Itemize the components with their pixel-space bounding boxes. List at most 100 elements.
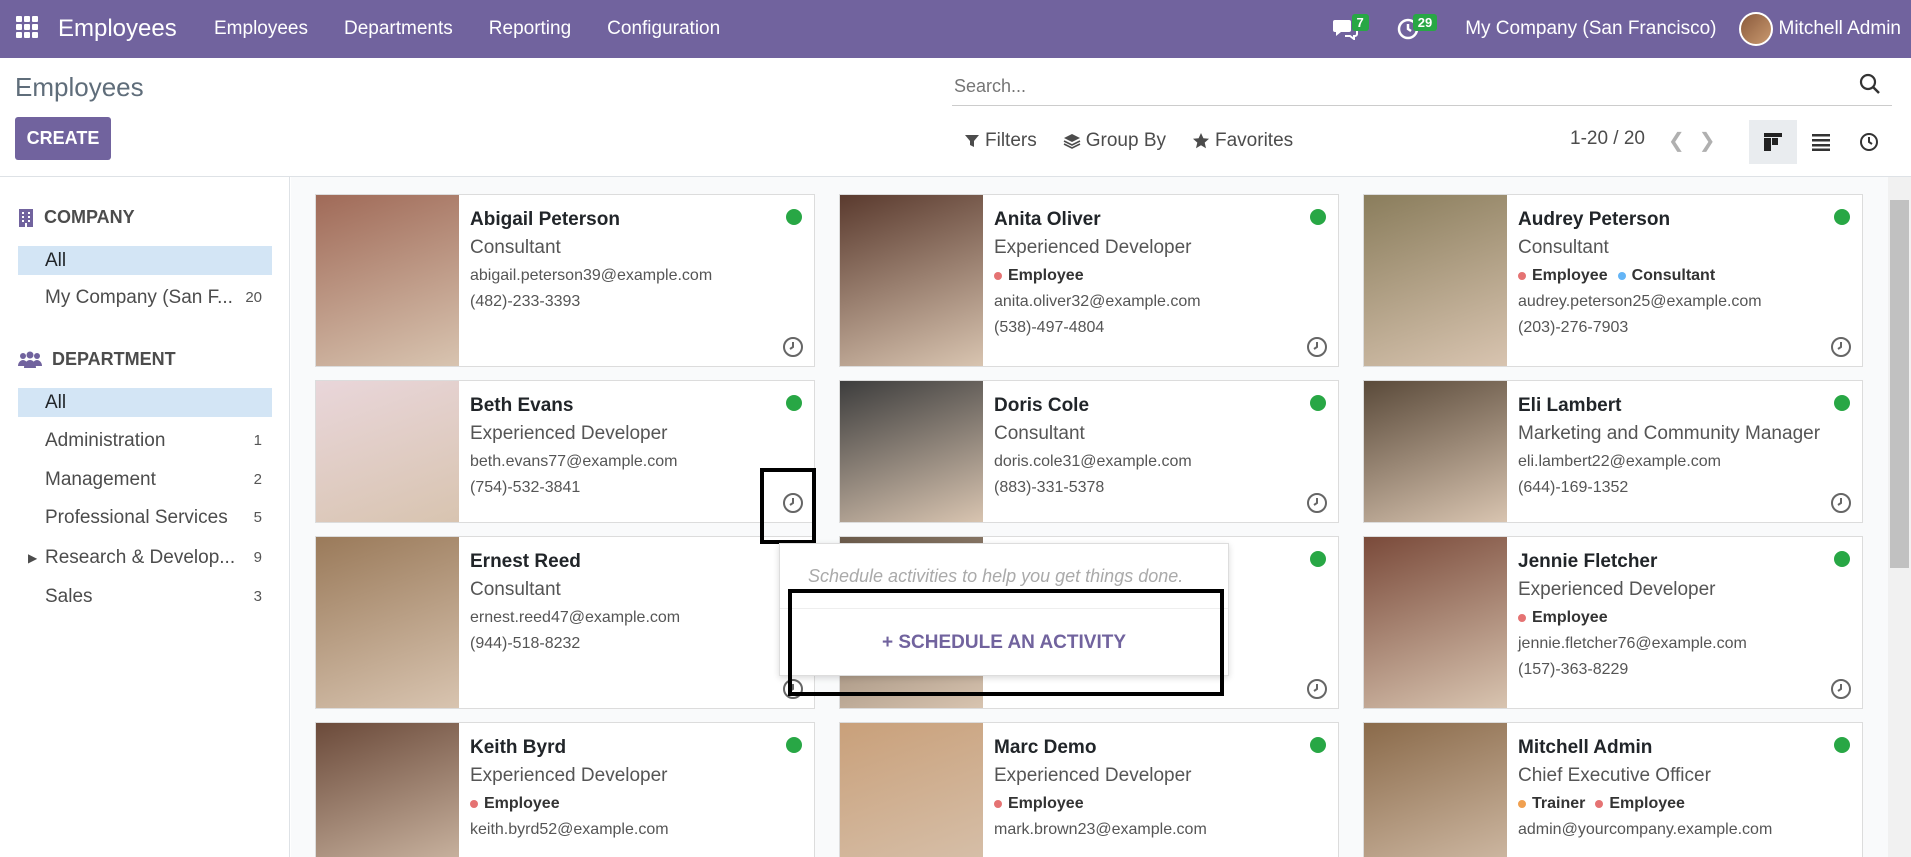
employee-phone: (538)-497-4804: [994, 319, 1105, 336]
activity-view-button[interactable]: [1845, 120, 1893, 164]
search-input[interactable]: [952, 68, 1852, 104]
employee-name: Ernest Reed: [470, 551, 581, 572]
employee-photo: [1364, 381, 1507, 522]
filters-button[interactable]: Filters: [964, 130, 1037, 152]
employee-info: Jennie Fletcher Experienced Developer Empl…: [1518, 551, 1852, 687]
employee-tags: Trainer Employee: [1518, 795, 1852, 813]
filters-label: Filters: [985, 130, 1037, 151]
employee-job-title: Marketing and Community Manager: [1518, 423, 1821, 444]
pager-previous-icon[interactable]: ❮: [1668, 130, 1699, 152]
filter-label: All: [45, 391, 67, 413]
favorites-button[interactable]: Favorites: [1192, 130, 1293, 152]
filter-label: Administration: [45, 429, 166, 451]
activity-clock-icon[interactable]: [1306, 336, 1328, 358]
employee-info: Mitchell Admin Chief Executive Officer Tra…: [1518, 737, 1852, 847]
list-icon: [1812, 134, 1830, 151]
search-panel: COMPANY All My Company (San F... 20 DEPA…: [0, 177, 290, 857]
search-options: Filters Group By Favorites: [964, 130, 1293, 152]
pager-value[interactable]: 1-20 / 20: [1570, 128, 1645, 150]
menu-reporting[interactable]: Reporting: [489, 18, 571, 40]
tag: Employee: [1518, 609, 1608, 627]
user-menu[interactable]: Mitchell Admin: [1738, 12, 1902, 46]
view-switcher: [1749, 120, 1893, 164]
menu-configuration[interactable]: Configuration: [607, 18, 720, 40]
employee-job-title: Experienced Developer: [994, 765, 1192, 786]
employee-card[interactable]: Beth Evans Experienced Developer beth.evan…: [315, 380, 815, 523]
department-filter-sales[interactable]: Sales 3: [18, 582, 272, 611]
presence-status-dot: [1310, 737, 1326, 753]
create-button[interactable]: CREATE: [15, 117, 111, 160]
employee-photo: [840, 381, 983, 522]
employee-card[interactable]: Eli Lambert Marketing and Community Manag…: [1363, 380, 1863, 523]
employee-photo: [316, 381, 459, 522]
activity-clock-icon[interactable]: [1306, 492, 1328, 514]
users-icon: [18, 351, 42, 368]
employee-photo: [1364, 537, 1507, 708]
employee-info: Doris Cole Consultant doris.cole31@example…: [994, 395, 1328, 505]
employee-card[interactable]: Jennie Fletcher Experienced Developer Empl…: [1363, 536, 1863, 709]
list-view-button[interactable]: [1797, 120, 1845, 164]
department-filter-all[interactable]: All: [18, 388, 272, 417]
app-brand[interactable]: Employees: [58, 15, 177, 43]
employee-card[interactable]: Ernest Reed Consultant ernest.reed47@examp…: [315, 536, 815, 709]
employee-card[interactable]: Audrey Peterson Consultant Employee Consult…: [1363, 194, 1863, 367]
user-name: Mitchell Admin: [1778, 18, 1902, 40]
building-icon: [19, 208, 33, 227]
activity-clock-icon[interactable]: [1306, 678, 1328, 700]
employee-phone: (754)-532-3841: [470, 479, 581, 496]
employee-name: Keith Byrd: [470, 737, 567, 758]
expand-caret-icon[interactable]: ▶: [28, 551, 37, 565]
menu-employees[interactable]: Employees: [214, 18, 308, 40]
employee-card[interactable]: Keith Byrd Experienced Developer Employee k…: [315, 722, 815, 857]
company-header-label: COMPANY: [44, 207, 135, 227]
employee-card[interactable]: Mitchell Admin Chief Executive Officer Tra…: [1363, 722, 1863, 857]
presence-status-dot: [786, 209, 802, 225]
user-avatar: [1738, 12, 1773, 46]
employee-card[interactable]: Marc Demo Experienced Developer Employee ma…: [839, 722, 1339, 857]
employee-phone: (482)-233-3393: [470, 293, 581, 310]
tag: Employee: [1595, 795, 1685, 813]
department-filter-professional-services[interactable]: Professional Services 5: [18, 503, 272, 532]
employee-name: Eli Lambert: [1518, 395, 1622, 416]
employee-info: Eli Lambert Marketing and Community Manag…: [1518, 395, 1852, 505]
apps-menu-icon[interactable]: [16, 16, 38, 38]
employee-photo: [316, 195, 459, 366]
activity-clock-icon[interactable]: [1830, 678, 1852, 700]
company-filter-all[interactable]: All: [18, 246, 272, 275]
activity-clock-icon[interactable]: [1830, 336, 1852, 358]
activity-clock-icon[interactable]: [782, 336, 804, 358]
pager-next-icon[interactable]: ❯: [1699, 130, 1730, 152]
filter-icon: [965, 135, 979, 147]
tag: Trainer: [1518, 795, 1585, 813]
employee-card[interactable]: Anita Oliver Experienced Developer Employe…: [839, 194, 1339, 367]
department-filter-research-development[interactable]: ▶ Research & Develop... 9: [18, 543, 272, 572]
department-section-header: DEPARTMENT: [18, 349, 176, 370]
filter-count: 20: [245, 289, 262, 306]
employee-info: Abigail Peterson Consultant abigail.peters…: [470, 209, 804, 319]
activities-button[interactable]: 29: [1397, 13, 1443, 40]
employee-job-title: Experienced Developer: [1518, 579, 1716, 600]
department-header-label: DEPARTMENT: [52, 349, 176, 369]
scrollbar-thumb[interactable]: [1890, 200, 1909, 568]
employee-email: ernest.reed47@example.com: [470, 609, 681, 626]
employee-card[interactable]: Doris Cole Consultant doris.cole31@example…: [839, 380, 1339, 523]
employee-photo: [316, 537, 459, 708]
tag: Consultant: [1618, 267, 1716, 285]
department-filter-administration[interactable]: Administration 1: [18, 426, 272, 455]
star-icon: [1193, 133, 1209, 149]
filter-label: Research & Develop...: [45, 546, 236, 568]
company-switcher[interactable]: My Company (San Francisco): [1465, 18, 1716, 40]
groupby-label: Group By: [1085, 130, 1166, 151]
messages-button[interactable]: 7: [1332, 13, 1375, 40]
groupby-button[interactable]: Group By: [1063, 130, 1166, 152]
company-filter-my-company[interactable]: My Company (San F... 20: [18, 283, 272, 312]
employee-email: audrey.peterson25@example.com: [1518, 293, 1762, 310]
employee-card[interactable]: Abigail Peterson Consultant abigail.peters…: [315, 194, 815, 367]
top-navbar: Employees Employees Departments Reportin…: [0, 0, 1911, 58]
activity-clock-icon[interactable]: [1830, 492, 1852, 514]
menu-departments[interactable]: Departments: [344, 18, 453, 40]
department-filter-management[interactable]: Management 2: [18, 465, 272, 494]
presence-status-dot: [1310, 551, 1326, 567]
kanban-view-button[interactable]: [1749, 120, 1797, 164]
search-icon[interactable]: [1858, 72, 1882, 96]
